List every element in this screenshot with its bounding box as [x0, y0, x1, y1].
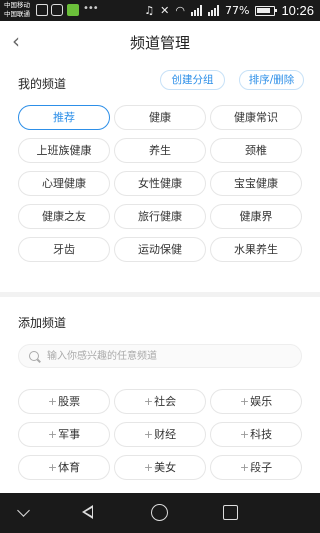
channel-chip-recommend[interactable]: 推荐 — [18, 105, 110, 130]
add-channel-label: 娱乐 — [250, 395, 273, 408]
channel-chip[interactable]: 水果养生 — [210, 237, 302, 262]
home-icon[interactable] — [151, 504, 168, 521]
signal-2-icon — [208, 5, 219, 16]
plus-icon: + — [143, 428, 154, 441]
plus-icon: + — [239, 461, 250, 474]
add-channel-label: 美女 — [154, 461, 177, 474]
channel-search-box[interactable] — [18, 344, 302, 368]
carrier-info: 中国移动 中国联通 — [4, 1, 30, 19]
channel-chip[interactable]: 颈椎 — [210, 138, 302, 163]
plus-icon: + — [47, 428, 58, 441]
nfc-icon: ✕ — [160, 3, 170, 17]
my-channels-title: 我的频道 — [18, 77, 67, 91]
channel-chip[interactable]: 女性健康 — [114, 171, 206, 196]
channel-chip[interactable]: 旅行健康 — [114, 204, 206, 229]
plus-icon: + — [47, 395, 58, 408]
add-channel-label: 军事 — [58, 428, 81, 441]
search-icon — [29, 351, 39, 361]
add-channel-label: 社会 — [154, 395, 177, 408]
add-channel-chip[interactable]: +军事 — [18, 422, 110, 447]
battery-icon — [255, 5, 278, 16]
add-channel-label: 股票 — [58, 395, 81, 408]
channel-chip[interactable]: 健康常识 — [210, 105, 302, 130]
add-channel-chip[interactable]: +娱乐 — [210, 389, 302, 414]
my-channels-grid: 推荐 健康 健康常识 上班族健康 养生 颈椎 心理健康 女性健康 宝宝健康 健康… — [18, 105, 302, 262]
hide-keyboard-icon[interactable] — [17, 504, 30, 517]
my-channels-panel: 我的频道 创建分组 排序/删除 推荐 健康 健康常识 上班族健康 养生 颈椎 心… — [0, 63, 320, 292]
clock: 10:26 — [281, 3, 314, 18]
system-navigation-bar — [0, 493, 320, 533]
channel-chip[interactable]: 宝宝健康 — [210, 171, 302, 196]
wifi-icon: ◠ — [175, 3, 185, 17]
image-icon — [51, 4, 63, 16]
channel-chip[interactable]: 运动保健 — [114, 237, 206, 262]
add-channels-grid: +股票 +社会 +娱乐 +军事 +财经 +科技 +体育 +美女 +段子 — [18, 389, 302, 480]
battery-percent: 77% — [225, 4, 250, 17]
add-channels-title: 添加频道 — [18, 316, 67, 330]
carrier-2: 中国联通 — [4, 10, 30, 18]
add-channel-chip[interactable]: +财经 — [114, 422, 206, 447]
add-channel-label: 科技 — [250, 428, 273, 441]
add-channel-label: 财经 — [154, 428, 177, 441]
headphones-icon: ♫ — [144, 3, 155, 17]
channel-chip[interactable]: 健康 — [114, 105, 206, 130]
recent-apps-icon[interactable] — [223, 505, 238, 520]
plus-icon: + — [239, 428, 250, 441]
plus-icon: + — [47, 461, 58, 474]
channel-chip[interactable]: 牙齿 — [18, 237, 110, 262]
status-bar: 中国移动 中国联通 ••• ♫ ✕ ◠ 77% 10:26 — [0, 0, 320, 21]
channel-chip[interactable]: 健康界 — [210, 204, 302, 229]
add-channel-chip[interactable]: +社会 — [114, 389, 206, 414]
add-channel-label: 体育 — [58, 461, 81, 474]
navigation-bar: ‹ 频道管理 — [0, 21, 320, 63]
app-notification-icon — [67, 4, 79, 16]
add-channel-label: 段子 — [250, 461, 273, 474]
add-channel-chip[interactable]: +股票 — [18, 389, 110, 414]
channel-chip[interactable]: 上班族健康 — [18, 138, 110, 163]
channel-chip[interactable]: 养生 — [114, 138, 206, 163]
channel-chip[interactable]: 心理健康 — [18, 171, 110, 196]
channel-chip[interactable]: 健康之友 — [18, 204, 110, 229]
create-group-button[interactable]: 创建分组 — [160, 70, 225, 90]
signal-icon — [191, 5, 202, 16]
add-channel-chip[interactable]: +体育 — [18, 455, 110, 480]
page-title: 频道管理 — [129, 34, 190, 52]
sort-delete-button[interactable]: 排序/删除 — [239, 70, 304, 90]
search-input[interactable] — [47, 345, 291, 367]
more-notifications-icon: ••• — [83, 3, 99, 14]
add-channel-chip[interactable]: +段子 — [210, 455, 302, 480]
plus-icon: + — [143, 395, 154, 408]
add-channel-chip[interactable]: +科技 — [210, 422, 302, 447]
gallery-icon — [36, 4, 48, 16]
plus-icon: + — [239, 395, 250, 408]
system-back-icon[interactable] — [82, 505, 93, 519]
carrier-1: 中国移动 — [4, 1, 30, 9]
add-channels-panel: 添加频道 +股票 +社会 +娱乐 +军事 +财经 +科技 +体育 +美女 +段子 — [0, 297, 320, 497]
plus-icon: + — [143, 461, 154, 474]
add-channel-chip[interactable]: +美女 — [114, 455, 206, 480]
